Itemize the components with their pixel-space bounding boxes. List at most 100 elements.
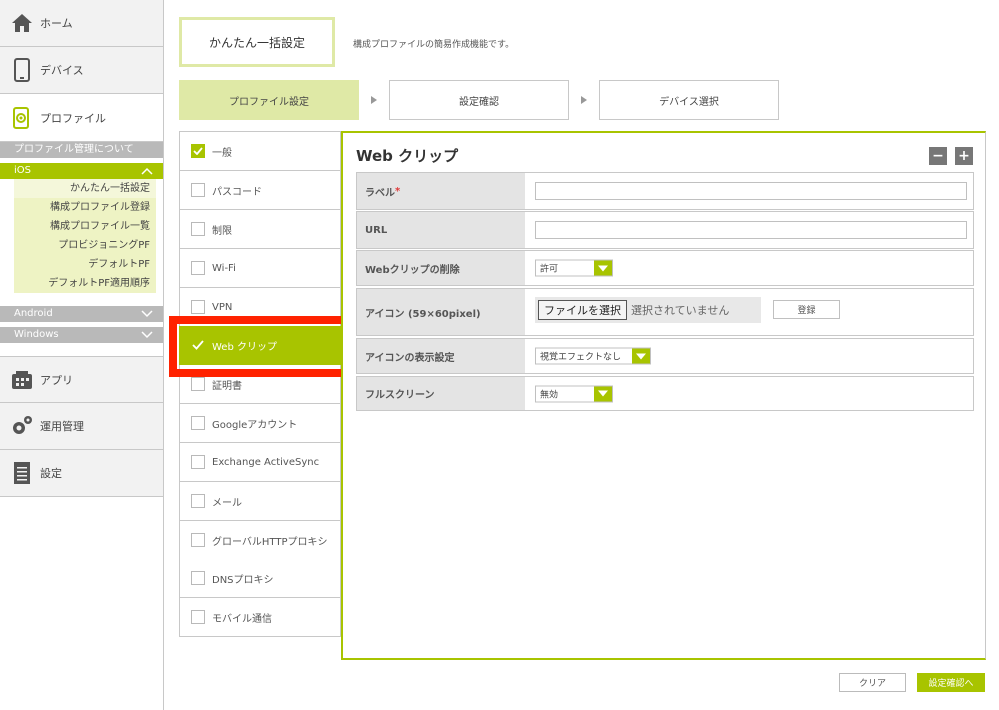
confirm-button[interactable]: 設定確認へ	[917, 673, 985, 692]
file-picker: ファイルを選択 選択されていません	[535, 297, 761, 323]
ios-item-profile-register[interactable]: 構成プロファイル登録	[14, 198, 156, 217]
checkbox[interactable]	[191, 416, 205, 430]
icon-display-select[interactable]: 視覚エフェクトなし	[535, 347, 651, 365]
nav-device[interactable]: デバイス	[0, 47, 163, 94]
category-label: Wi-Fi	[212, 262, 236, 274]
category-exchange[interactable]: Exchange ActiveSync	[179, 443, 341, 482]
checkbox[interactable]	[191, 494, 205, 508]
checkbox[interactable]	[191, 533, 205, 547]
field-label: アイコン (59×60pixel)	[357, 289, 525, 335]
category-google-account[interactable]: Googleアカウント	[179, 404, 341, 443]
step-profile-settings[interactable]: プロファイル設定	[179, 80, 359, 120]
category-wifi[interactable]: Wi-Fi	[179, 249, 341, 288]
checkbox[interactable]	[191, 300, 205, 314]
field-label: フルスクリーン	[357, 377, 525, 410]
minus-button[interactable]: −	[929, 147, 947, 165]
ios-label: iOS	[14, 165, 31, 176]
page-title: かんたん一括設定	[179, 17, 335, 67]
nav-operation-label: 運用管理	[40, 420, 84, 433]
row-remove: Webクリップの削除 許可	[356, 250, 974, 286]
category-label: パスコード	[212, 186, 262, 198]
android-section[interactable]: Android	[0, 306, 163, 322]
profile-icon	[10, 106, 34, 130]
nav-device-label: デバイス	[40, 64, 84, 77]
checkbox-checked[interactable]	[191, 144, 205, 158]
category-mail[interactable]: メール	[179, 482, 341, 521]
category-dns-proxy[interactable]: DNSプロキシ	[179, 559, 341, 598]
ios-item-profile-list[interactable]: 構成プロファイル一覧	[14, 217, 156, 236]
dropdown-arrow-icon	[594, 386, 612, 401]
fullscreen-select[interactable]: 無効	[535, 385, 613, 402]
file-select-button[interactable]: ファイルを選択	[538, 300, 627, 320]
category-label: グローバルHTTPプロキシ	[212, 536, 328, 548]
checkbox[interactable]	[191, 455, 205, 469]
category-general[interactable]: 一般	[179, 131, 341, 171]
checkbox[interactable]	[191, 183, 205, 197]
remove-select[interactable]: 許可	[535, 259, 613, 277]
step-device-select[interactable]: デバイス選択	[599, 80, 779, 120]
settings-icon	[10, 461, 34, 485]
nav-operation[interactable]: 運用管理	[0, 403, 163, 450]
row-icon: アイコン (59×60pixel) ファイルを選択 選択されていません 登録	[356, 288, 974, 336]
ios-item-default-pf-order[interactable]: デフォルトPF適用順序	[14, 274, 156, 293]
category-restrictions[interactable]: 制限	[179, 210, 341, 249]
chevron-down-icon	[141, 310, 153, 318]
windows-section[interactable]: Windows	[0, 327, 163, 343]
category-label: Googleアカウント	[212, 419, 298, 431]
ios-menu: かんたん一括設定 構成プロファイル登録 構成プロファイル一覧 プロビジョニングP…	[14, 179, 156, 293]
category-label: DNSプロキシ	[212, 574, 274, 586]
category-passcode[interactable]: パスコード	[179, 171, 341, 210]
category-mobile[interactable]: モバイル通信	[179, 598, 341, 637]
sidebar: ホーム デバイス プロファイル プロファイル管理について iOS かんたん一括設…	[0, 0, 164, 710]
dropdown-arrow-icon	[632, 348, 650, 364]
nav-home[interactable]: ホーム	[0, 0, 163, 47]
dropdown-arrow-icon	[594, 260, 612, 276]
icon-display-select-value: 視覚エフェクトなし	[540, 352, 622, 363]
row-url: URL	[356, 211, 974, 249]
nav-app[interactable]: アプリ	[0, 356, 163, 403]
remove-select-value: 許可	[540, 264, 559, 275]
category-label: 一般	[212, 147, 232, 159]
category-label: Exchange ActiveSync	[212, 456, 320, 468]
category-label: モバイル通信	[212, 613, 272, 625]
category-label: VPN	[212, 301, 233, 313]
clear-button[interactable]: クリア	[839, 673, 906, 692]
checkbox[interactable]	[191, 377, 205, 391]
field-label: URL	[357, 212, 525, 248]
checkbox[interactable]	[191, 261, 205, 275]
url-input[interactable]	[535, 221, 967, 239]
ios-item-default-pf[interactable]: デフォルトPF	[14, 255, 156, 274]
ios-item-provisioning[interactable]: プロビジョニングPF	[14, 236, 156, 255]
ios-item-easy-setup[interactable]: かんたん一括設定	[14, 179, 156, 198]
home-icon	[10, 11, 34, 35]
profile-about-link[interactable]: プロファイル管理について	[0, 142, 163, 158]
nav-settings[interactable]: 設定	[0, 450, 163, 497]
category-label: 制限	[212, 225, 232, 237]
checkbox[interactable]	[191, 222, 205, 236]
checkbox[interactable]	[191, 571, 205, 585]
file-status: 選択されていません	[631, 304, 730, 317]
panel-title: Web クリップ	[356, 147, 459, 165]
register-button[interactable]: 登録	[773, 300, 840, 319]
gear-icon	[10, 414, 34, 438]
ios-section[interactable]: iOS	[0, 163, 163, 179]
app-icon	[10, 368, 34, 392]
page-description: 構成プロファイルの簡易作成機能です。	[353, 40, 515, 50]
checkbox[interactable]	[191, 610, 205, 624]
windows-label: Windows	[14, 329, 59, 340]
label-text: ラベル	[365, 187, 395, 199]
category-label: メール	[212, 497, 242, 509]
webclip-panel: Web クリップ − + ラベル * URL Webクリップの削除 許可 アイコン…	[341, 131, 986, 660]
nav-profile[interactable]: プロファイル	[0, 94, 163, 142]
nav-settings-label: 設定	[40, 467, 62, 480]
plus-button[interactable]: +	[955, 147, 973, 165]
highlight-box	[169, 316, 354, 377]
nav-home-label: ホーム	[40, 17, 73, 30]
category-global-http-proxy[interactable]: グローバルHTTPプロキシ	[179, 521, 341, 560]
step-confirm[interactable]: 設定確認	[389, 80, 569, 120]
step-arrow-icon	[371, 96, 377, 104]
nav-profile-label: プロファイル	[40, 111, 106, 125]
device-icon	[10, 58, 34, 82]
step-arrow-icon	[581, 96, 587, 104]
label-input[interactable]	[535, 182, 967, 200]
